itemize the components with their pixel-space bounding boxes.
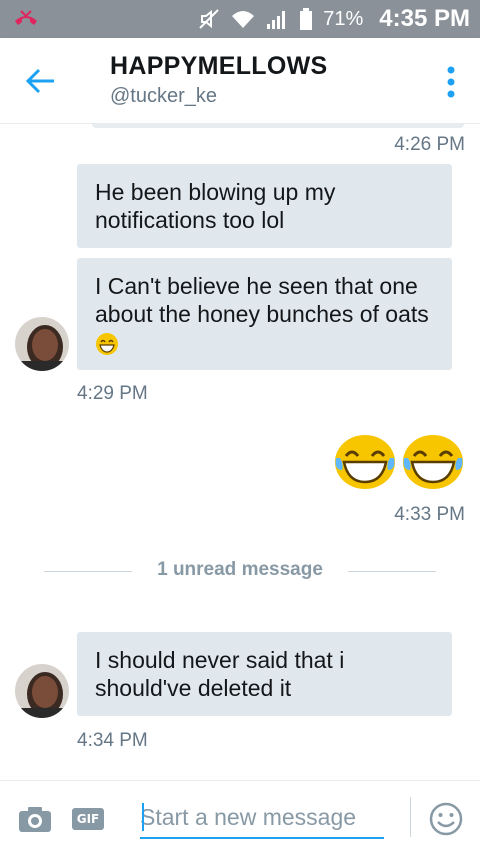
message-timestamp: 4:26 PM [394, 134, 465, 155]
avatar-image [15, 317, 69, 371]
sent-emoji-message[interactable] [334, 434, 466, 490]
camera-icon[interactable] [18, 805, 52, 833]
conversation-title[interactable]: HAPPYMELLOWS [110, 52, 328, 81]
message-timestamp: 4:34 PM [77, 730, 148, 751]
message-text: I Can't believe he seen that one about t… [95, 273, 429, 327]
unread-divider: 1 unread message [44, 556, 436, 586]
laughing-emoji-icon [403, 435, 463, 489]
message-text: He been blowing up my notifications too … [95, 179, 336, 233]
smiley-icon[interactable] [428, 801, 464, 837]
message-timestamp: 4:29 PM [77, 383, 148, 404]
received-message-bubble[interactable]: I should never said that i should've del… [77, 632, 452, 716]
arrow-left-icon[interactable] [24, 64, 58, 98]
message-input[interactable] [140, 799, 384, 835]
message-text: I should never said that i should've del… [95, 647, 345, 701]
avatar[interactable] [15, 664, 69, 718]
laughing-emoji-icon [335, 435, 395, 489]
wifi-icon [232, 11, 255, 28]
conversation-header: HAPPYMELLOWS @tucker_ke [0, 38, 480, 124]
text-caret [142, 803, 144, 831]
gif-icon[interactable]: GIF [72, 808, 104, 830]
status-right: 71% 4:35 PM [197, 0, 470, 38]
mute-icon [199, 9, 219, 29]
received-message-bubble[interactable]: He been blowing up my notifications too … [77, 164, 452, 248]
signal-icon [267, 11, 286, 29]
laughing-emoji-icon [96, 332, 118, 355]
avatar-image [15, 664, 69, 718]
battery-icon [300, 8, 313, 30]
unread-label: 1 unread message [145, 559, 335, 580]
more-vertical-icon[interactable] [446, 64, 456, 100]
message-list[interactable]: 4:26 PM He been blowing up my notificati… [0, 124, 480, 780]
missed-call-icon [15, 10, 37, 25]
message-timestamp: 4:33 PM [394, 504, 465, 525]
status-bar: 71% 4:35 PM [0, 0, 480, 38]
previous-message-bubble [92, 124, 464, 128]
message-composer: GIF [0, 780, 480, 854]
battery-level: 71% [323, 7, 364, 30]
message-input-wrap[interactable] [140, 799, 384, 839]
composer-separator [410, 797, 411, 837]
conversation-handle[interactable]: @tucker_ke [110, 85, 217, 108]
clock: 4:35 PM [379, 5, 470, 32]
avatar[interactable] [15, 317, 69, 371]
received-message-bubble[interactable]: I Can't believe he seen that one about t… [77, 258, 452, 370]
